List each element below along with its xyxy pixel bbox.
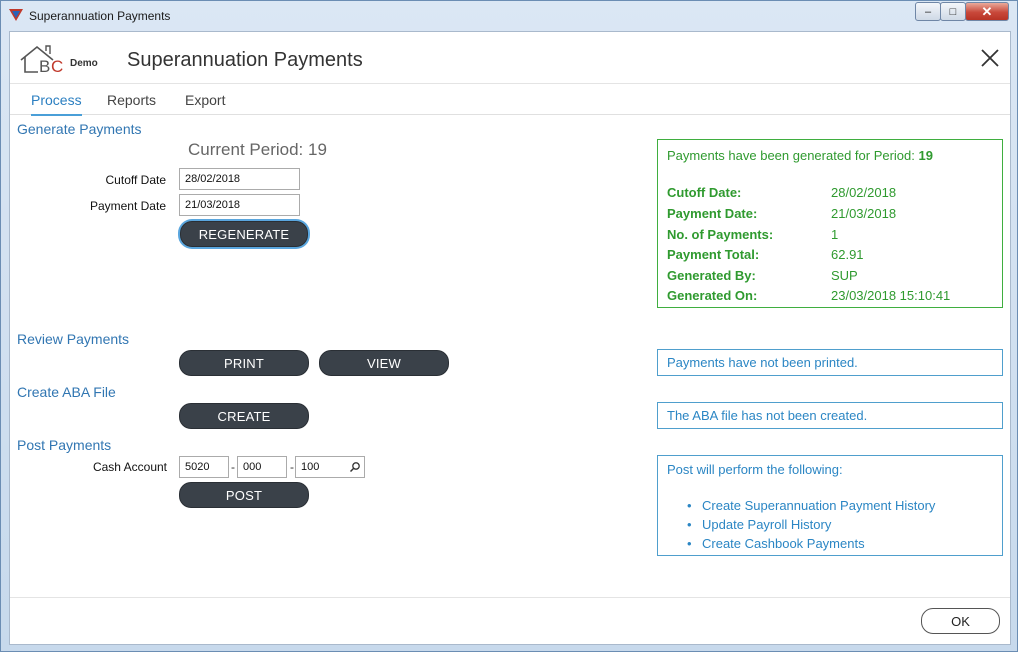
logo-demo-label: Demo — [70, 58, 98, 69]
cutoff-date-input[interactable]: 28/02/2018 — [179, 168, 300, 190]
post-info-panel: Post will perform the following: Create … — [657, 455, 1003, 556]
tab-process[interactable]: Process — [31, 92, 82, 116]
review-section-title: Review Payments — [17, 331, 130, 347]
payment-date-input[interactable]: 21/03/2018 — [179, 194, 300, 216]
payment-date-label: Payment Date — [89, 199, 166, 213]
page-title: Superannuation Payments — [127, 49, 363, 71]
gen-label-on: Generated On: — [667, 288, 758, 303]
create-aba-button[interactable]: CREATE — [179, 403, 309, 429]
window-controls: ‒ □ ✕ — [915, 2, 1009, 21]
gen-value-on: 23/03/2018 15:10:41 — [831, 288, 951, 303]
aba-status-panel: The ABA file has not been created. — [657, 402, 1003, 429]
account-separator: - — [290, 460, 294, 474]
app-window: Superannuation Payments ‒ □ ✕ B C Demo S… — [0, 0, 1018, 652]
generated-heading: Payments have been generated for Period:… — [667, 148, 933, 163]
gen-value-by: SUP — [831, 268, 858, 283]
view-button[interactable]: VIEW — [319, 350, 449, 376]
tab-reports[interactable]: Reports — [107, 92, 156, 114]
ok-button[interactable]: OK — [921, 608, 1000, 634]
gen-label-by: Generated By: — [667, 268, 756, 283]
post-button[interactable]: POST — [179, 482, 309, 508]
minimize-button[interactable]: ‒ — [915, 2, 941, 21]
gen-label-total: Payment Total: — [667, 247, 760, 262]
gen-value-total: 62.91 — [831, 247, 864, 262]
list-item: Create Cashbook Payments — [686, 536, 993, 551]
search-icon[interactable] — [349, 461, 361, 473]
post-info-heading: Post will perform the following: — [667, 462, 843, 477]
svg-text:B: B — [39, 57, 50, 74]
generate-section-title: Generate Payments — [17, 121, 142, 137]
cutoff-date-label: Cutoff Date — [105, 173, 166, 187]
client-area: B C Demo Superannuation Payments Process… — [9, 31, 1011, 645]
tab-export[interactable]: Export — [185, 92, 225, 114]
window-close-button[interactable]: ✕ — [965, 2, 1009, 21]
svg-text:C: C — [51, 57, 63, 74]
window-title: Superannuation Payments — [29, 9, 171, 23]
post-section-title: Post Payments — [17, 437, 112, 453]
generated-info-panel: Payments have been generated for Period:… — [657, 139, 1003, 308]
app-icon — [9, 9, 23, 21]
gen-label-payment: Payment Date: — [667, 206, 758, 221]
cash-account-part2-input[interactable]: 000 — [237, 456, 287, 478]
current-period: Current Period: 19 — [188, 140, 327, 159]
page-header: B C Demo Superannuation Payments — [10, 32, 1010, 84]
account-separator: - — [231, 460, 235, 474]
generated-heading-text: Payments have been generated for Period: — [667, 148, 919, 163]
gen-value-cutoff: 28/02/2018 — [831, 185, 897, 200]
cash-account-part1-input[interactable]: 5020 — [179, 456, 229, 478]
title-bar[interactable]: Superannuation Payments ‒ □ ✕ — [1, 1, 1017, 31]
post-steps-list: Create Superannuation Payment History Up… — [686, 498, 993, 551]
gen-value-payment: 21/03/2018 — [831, 206, 897, 221]
maximize-button[interactable]: □ — [940, 2, 966, 21]
print-status-panel: Payments have not been printed. — [657, 349, 1003, 376]
gen-label-count: No. of Payments: — [667, 227, 774, 242]
gen-value-count: 1 — [831, 227, 839, 242]
cash-account-label: Cash Account — [92, 460, 167, 474]
gen-label-cutoff: Cutoff Date: — [667, 185, 742, 200]
list-item: Update Payroll History — [686, 517, 993, 532]
aba-section-title: Create ABA File — [17, 384, 116, 400]
tab-bar: Process Reports Export — [10, 84, 1010, 116]
list-item: Create Superannuation Payment History — [686, 498, 993, 513]
regenerate-button[interactable]: REGENERATE — [180, 221, 308, 247]
print-button[interactable]: PRINT — [179, 350, 309, 376]
close-icon[interactable] — [980, 48, 1000, 68]
generated-period: 19 — [918, 148, 933, 163]
dialog-footer: OK — [10, 597, 1010, 645]
